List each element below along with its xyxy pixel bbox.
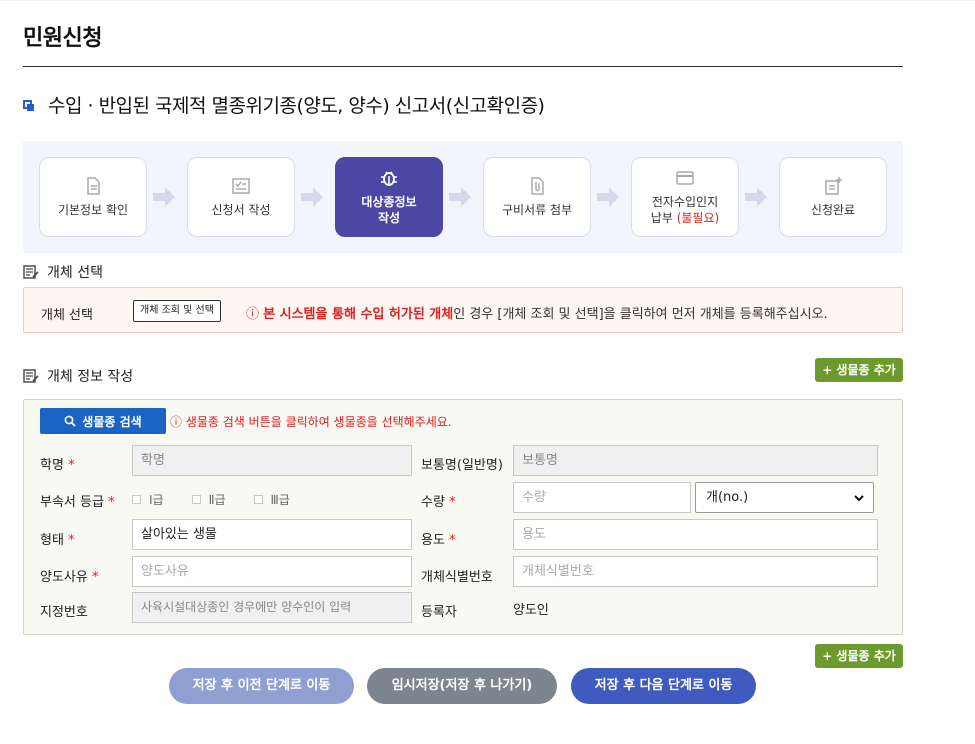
chevron-down-icon: [854, 495, 864, 502]
species-search-button[interactable]: 생물종 검색: [40, 408, 166, 434]
transfer-reason-input[interactable]: 양도사유: [132, 556, 412, 587]
common-name-input[interactable]: 보통명: [513, 445, 878, 476]
info-icon: ⓘ: [246, 307, 260, 322]
step-label: 기본정보 확인: [57, 203, 129, 217]
search-button-label: 생물종 검색: [82, 414, 142, 429]
form-type-label: 형태 *: [40, 533, 75, 548]
save-prev-button[interactable]: 저장 후 이전 단계로 이동: [169, 668, 354, 704]
form-title-text: 수입 · 반입된 국제적 멸종위기종(양도, 양수) 신고서(신고확인증): [48, 95, 545, 117]
arrow-right-icon: [745, 187, 767, 207]
not-required-text: (불필요): [676, 211, 720, 225]
add-species-button[interactable]: + 생물종 추가: [815, 358, 903, 382]
grade-2-checkbox[interactable]: Ⅱ급: [191, 491, 226, 508]
notice-text: 인 경우 [개체 조회 및 선택]을 클릭하여 먼저 개체를 등록해주십시오.: [453, 307, 828, 322]
step-label-line1: 대상종정보: [361, 195, 417, 209]
arrow-right-icon: [153, 187, 175, 207]
notice-highlight: 본 시스템을 통해 수입 허가된 개체: [263, 307, 454, 322]
common-name-label: 보통명(일반명): [421, 458, 503, 473]
step-application: 신청서 작성: [187, 157, 295, 237]
appendix-grade-label: 부속서 등급 *: [40, 495, 115, 510]
object-select-label: 개체 선택: [41, 308, 93, 323]
object-id-input[interactable]: 개체식별번호: [513, 556, 878, 587]
top-border: [0, 0, 975, 3]
appendix-grade-options: Ⅰ급 Ⅱ급 Ⅲ급: [132, 491, 318, 508]
object-select-notice: ⓘ 본 시스템을 통해 수입 허가된 개체인 경우 [개체 조회 및 선택]을 …: [246, 303, 828, 322]
document-icon: [87, 177, 100, 195]
step-basic-info: 기본정보 확인: [39, 157, 147, 237]
unit-selected-value: 개(no.): [706, 490, 749, 505]
step-label-line1: 전자수입인지: [651, 195, 719, 209]
search-icon: [64, 415, 76, 427]
checklist-icon: [232, 178, 250, 194]
quantity-unit-select[interactable]: 개(no.): [695, 482, 874, 513]
designation-no-input[interactable]: 사육시설대상종인 경우에만 양수인이 입력: [132, 592, 412, 623]
card-icon: [676, 171, 694, 185]
designation-no-label: 지정번호: [40, 605, 88, 620]
add-species-button-bottom[interactable]: + 생물종 추가: [815, 644, 903, 668]
section-object-select: 개체 선택: [23, 262, 103, 282]
object-select-panel: 개체 선택 개체 조회 및 선택 ⓘ 본 시스템을 통해 수입 허가된 개체인 …: [23, 287, 903, 333]
step-complete: 신청완료: [779, 157, 887, 237]
step-label-line2: 납부 (불필요): [650, 211, 720, 225]
section-object-info: 개체 정보 작성: [23, 366, 133, 386]
step-revenue-stamp: 전자수입인지 납부 (불필요): [631, 157, 739, 237]
arrow-right-icon: [301, 187, 323, 207]
save-next-button[interactable]: 저장 후 다음 단계로 이동: [571, 668, 756, 704]
quantity-label: 수량 *: [421, 495, 456, 510]
scientific-name-input[interactable]: 학명: [132, 445, 412, 476]
scientific-name-label: 학명 *: [40, 458, 75, 473]
list-edit-icon: [23, 265, 39, 279]
list-edit-icon: [23, 369, 39, 383]
object-info-panel: 생물종 검색 ⓘ 생물종 검색 버튼을 클릭하여 생물종을 선택해주세요. 학명…: [23, 399, 903, 635]
step-label-line2: 작성: [377, 211, 401, 225]
temp-save-button[interactable]: 임시저장(저장 후 나가기): [367, 668, 557, 704]
page-title: 민원신청: [23, 26, 102, 51]
edit-plus-icon: [825, 177, 842, 195]
form-type-input[interactable]: 살아있는 생물: [132, 519, 412, 550]
paperclip-document-icon: [531, 177, 544, 195]
object-id-label: 개체식별번호: [421, 570, 493, 585]
grade-3-checkbox[interactable]: Ⅲ급: [253, 491, 290, 508]
species-search-notice: ⓘ 생물종 검색 버튼을 클릭하여 생물종을 선택해주세요.: [170, 415, 452, 429]
quantity-input[interactable]: 수량: [513, 482, 691, 513]
section-heading: 개체 선택: [47, 265, 103, 281]
title-divider: [23, 66, 903, 67]
step-species-info: 대상종정보 작성: [335, 157, 443, 237]
step-label: 신청서 작성: [211, 203, 271, 217]
section-heading: 개체 정보 작성: [47, 369, 134, 385]
progress-steps: 기본정보 확인 신청서 작성 대상종정보 작성 구비서류 첨부 전자수입인지 납…: [23, 141, 903, 253]
registrant-label: 등록자: [421, 605, 457, 620]
bug-icon: [381, 171, 397, 186]
object-lookup-button[interactable]: 개체 조회 및 선택: [133, 300, 221, 322]
registrant-value: 양도인: [513, 603, 549, 618]
form-title: 수입 · 반입된 국제적 멸종위기종(양도, 양수) 신고서(신고확인증): [23, 91, 545, 118]
step-attachments: 구비서류 첨부: [483, 157, 591, 237]
step-label: 구비서류 첨부: [501, 203, 573, 217]
purpose-input[interactable]: 용도: [513, 519, 878, 550]
arrow-right-icon: [597, 187, 619, 207]
grade-1-checkbox[interactable]: Ⅰ급: [132, 491, 164, 508]
arrow-right-icon: [449, 187, 471, 207]
transfer-reason-label: 양도사유 *: [40, 570, 99, 585]
square-bullet-icon: [23, 98, 36, 111]
step-label: 신청완료: [810, 203, 856, 217]
purpose-label: 용도 *: [421, 533, 456, 548]
